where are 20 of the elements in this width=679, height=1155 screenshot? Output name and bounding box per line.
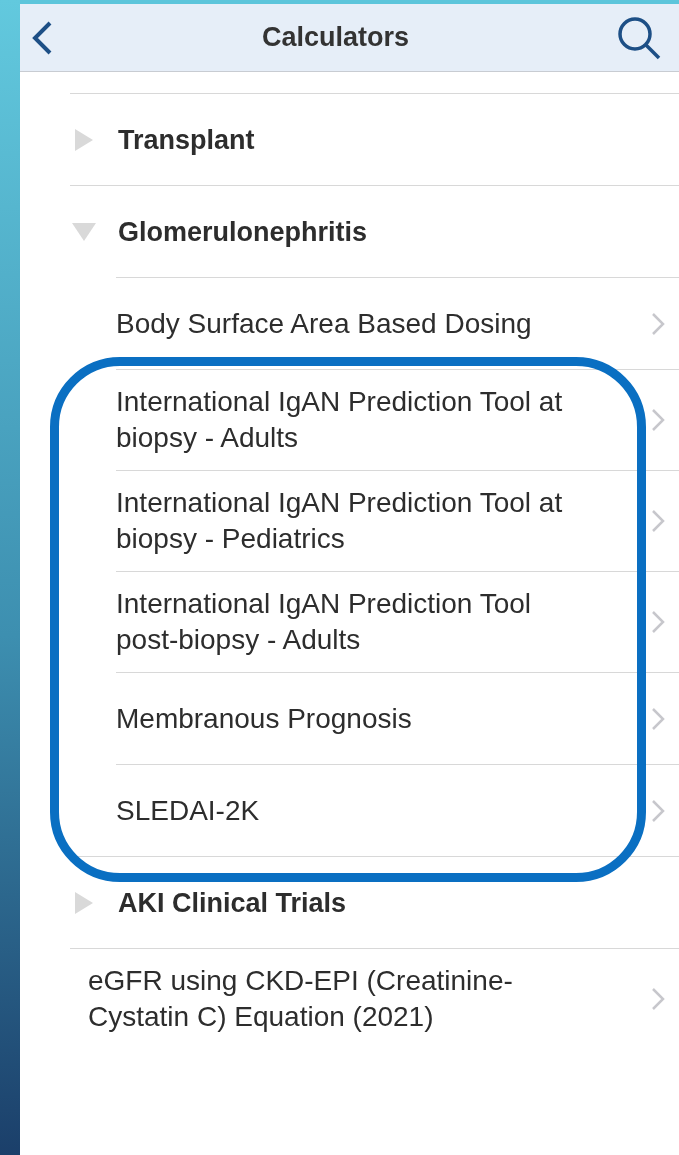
chevron-icon — [651, 798, 665, 823]
calculator-row[interactable]: SLEDAI-2K — [116, 764, 679, 856]
chevron-icon — [651, 311, 665, 336]
back-icon[interactable] — [30, 19, 54, 56]
category-row[interactable]: AKI Clinical Trials — [70, 856, 679, 948]
calculator-row[interactable]: International IgAN Prediction Tool at biopsy - Adults — [116, 369, 679, 470]
screen-title: Calculators — [261, 21, 410, 55]
category-row[interactable]: Glomerulonephritis — [70, 185, 679, 277]
chevron-icon — [651, 408, 665, 432]
chevron-icon — [651, 610, 665, 634]
calculator-row[interactable]: International IgAN Prediction Tool post-biopsy - Adults — [116, 571, 679, 672]
calculator-row[interactable]: Membranous Prognosis — [116, 672, 679, 764]
calculator-row[interactable]: Body Surface Area Based Dosing — [116, 277, 679, 369]
chevron-icon — [651, 509, 665, 533]
chevron-icon — [651, 706, 665, 731]
calculator-row[interactable]: eGFR using CKD-EPI (Creatinine-Cystatin C) Equation (2021) — [70, 948, 679, 1049]
category-row[interactable]: Transplant — [70, 93, 679, 185]
calculator-row[interactable]: International IgAN Prediction Tool at biopsy - Pediatrics — [116, 470, 679, 571]
search-icon[interactable] — [617, 15, 661, 60]
chevron-icon — [651, 987, 665, 1011]
